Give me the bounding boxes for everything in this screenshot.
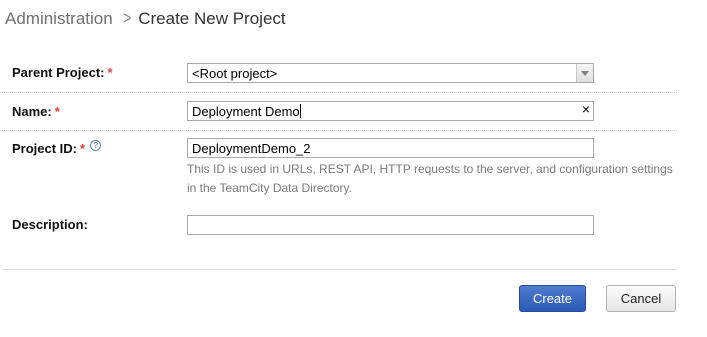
row-divider xyxy=(0,130,677,131)
required-marker: * xyxy=(54,104,60,119)
project-id-input-value: DeploymentDemo_2 xyxy=(192,141,311,156)
text-cursor xyxy=(299,104,301,118)
create-button[interactable]: Create xyxy=(519,285,586,312)
description-label-text: Description: xyxy=(12,217,88,232)
project-id-input[interactable]: DeploymentDemo_2 xyxy=(187,138,594,158)
cancel-button[interactable]: Cancel xyxy=(606,285,676,312)
clear-icon[interactable]: × xyxy=(582,101,590,117)
name-input-value: Deployment Demo xyxy=(192,104,300,119)
required-marker: * xyxy=(107,65,113,80)
project-id-label-text: Project ID: xyxy=(12,141,78,156)
parent-project-label: Parent Project: * xyxy=(12,65,113,80)
name-input[interactable]: Deployment Demo × xyxy=(187,101,594,121)
name-label-text: Name: xyxy=(12,104,52,119)
breadcrumb-chevron-icon: > xyxy=(122,8,132,28)
page-title: Create New Project xyxy=(138,9,286,28)
dropdown-arrow-icon[interactable] xyxy=(576,64,593,82)
parent-project-label-text: Parent Project: xyxy=(12,65,105,80)
required-marker: * xyxy=(80,141,86,156)
description-input[interactable] xyxy=(187,215,594,235)
parent-project-select[interactable]: <Root project> xyxy=(187,63,594,83)
help-icon[interactable]: ? xyxy=(90,140,102,151)
breadcrumb: Administration > Create New Project xyxy=(5,8,286,29)
row-divider xyxy=(0,92,677,93)
project-id-hint: This ID is used in URLs, REST API, HTTP … xyxy=(187,160,677,198)
name-label: Name: * xyxy=(12,104,60,119)
project-id-hint-line2: in the TeamCity Data Directory. xyxy=(187,181,352,195)
form-footer-divider xyxy=(3,269,676,270)
breadcrumb-administration-link[interactable]: Administration xyxy=(5,9,113,28)
parent-project-selected-value: <Root project> xyxy=(192,66,278,81)
description-label: Description: xyxy=(12,217,88,232)
project-id-hint-line1: This ID is used in URLs, REST API, HTTP … xyxy=(187,162,673,176)
project-id-label: Project ID: *? xyxy=(12,140,102,156)
